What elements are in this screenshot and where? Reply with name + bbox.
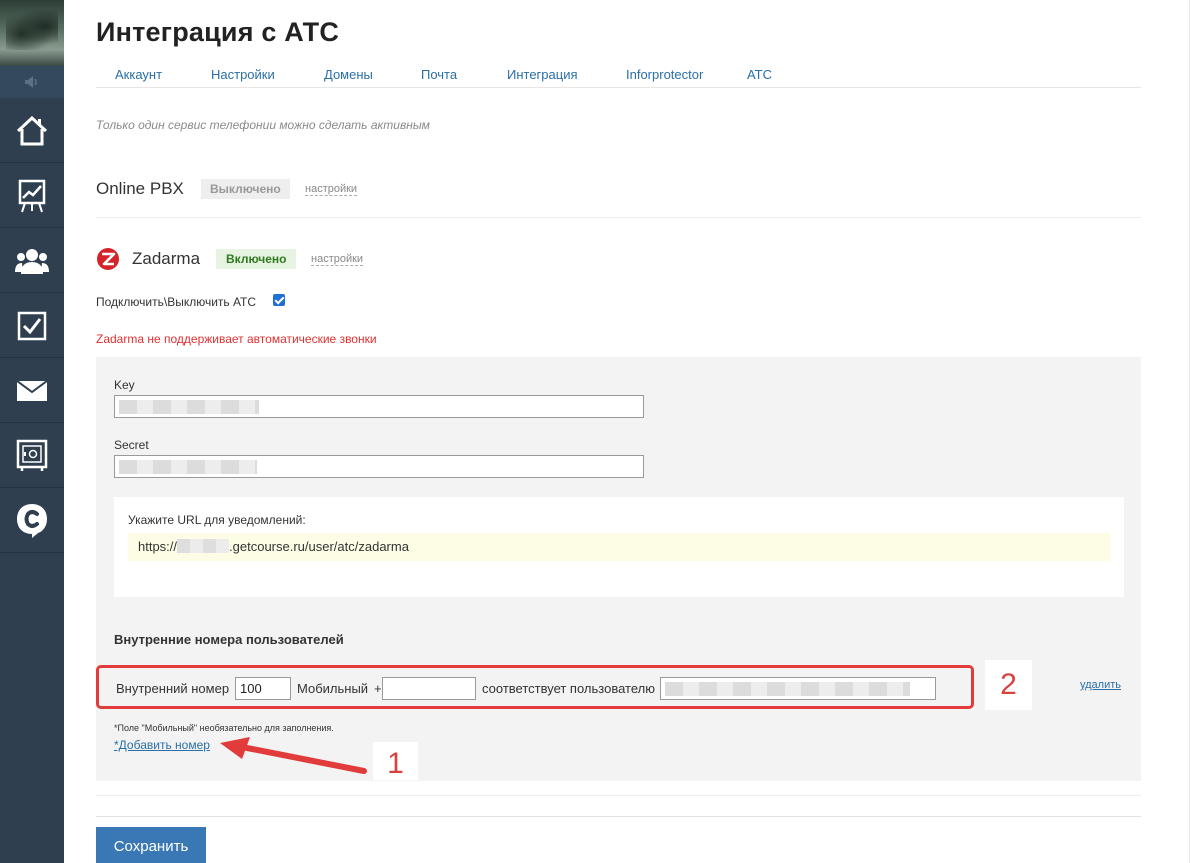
service-name-zadarma: Zadarma	[132, 249, 201, 268]
status-badge-zadarma: Включено	[216, 249, 297, 269]
secret-label: Secret	[114, 438, 149, 452]
key-input[interactable]	[114, 395, 644, 418]
safe-icon	[16, 439, 48, 471]
annotation-callout-1: 1	[373, 742, 418, 780]
zadarma-settings-link[interactable]: настройки	[311, 253, 364, 266]
key-value-redacted	[119, 400, 259, 414]
tab-account[interactable]: Аккаунт	[115, 67, 162, 82]
sidebar-item-users[interactable]	[0, 229, 64, 293]
sidebar-item-tasks[interactable]	[0, 294, 64, 358]
sidebar	[0, 0, 64, 863]
mail-icon	[16, 379, 48, 401]
secret-input[interactable]	[114, 455, 644, 478]
url-subdomain-redacted	[177, 539, 230, 553]
notification-url-label: Укажите URL для уведомлений:	[128, 513, 306, 527]
mobile-plus-sign: +	[374, 681, 382, 696]
extension-row-highlight: Внутренний номер 100 Мобильный + соответ…	[96, 665, 974, 709]
sidebar-avatar-photo[interactable]	[0, 0, 64, 66]
extension-input[interactable]: 100	[235, 677, 291, 700]
user-extensions-heading: Внутренние номера пользователей	[114, 632, 344, 647]
mobile-input[interactable]	[382, 677, 476, 700]
user-name-redacted	[665, 682, 910, 696]
delete-extension-link[interactable]: удалить	[1080, 679, 1121, 691]
chat-logo-icon	[17, 503, 47, 538]
tab-mail[interactable]: Почта	[421, 67, 457, 82]
page-right-border	[1189, 0, 1190, 863]
notification-url-field[interactable]: https:// .getcourse.ru/user/atc/zadarma	[128, 533, 1110, 561]
auto-call-warning: Zadarma не поддерживает автоматические з…	[96, 332, 377, 346]
tasks-icon	[17, 311, 47, 340]
service-name-online-pbx: Online PBX	[96, 179, 184, 198]
tab-inforprotector[interactable]: Inforprotector	[626, 67, 703, 82]
status-badge-online-pbx: Выключено	[201, 179, 290, 199]
service-divider	[96, 217, 1141, 218]
app-root: Интеграция с АТС Аккаунт Настройки Домен…	[0, 0, 1200, 863]
user-match-label: соответствует пользователю	[482, 681, 655, 696]
url-suffix: .getcourse.ru/user/atc/zadarma	[229, 539, 409, 554]
settings-tabs: Аккаунт Настройки Домены Почта Интеграци…	[96, 60, 1141, 88]
key-label: Key	[114, 378, 135, 392]
sidebar-item-home[interactable]	[0, 99, 64, 163]
sidebar-item-analytics[interactable]	[0, 164, 64, 228]
notification-url-box: Укажите URL для уведомлений: https:// .ge…	[114, 497, 1124, 597]
extension-label: Внутренний номер	[116, 681, 230, 696]
form-divider-bottom	[96, 816, 1141, 817]
sidebar-item-notifications[interactable]	[0, 66, 64, 98]
zadarma-logo-icon	[97, 248, 119, 270]
zadarma-settings-panel: Key Secret Укажите URL для уведомлений: …	[96, 357, 1141, 781]
form-divider-top	[96, 795, 1141, 796]
url-prefix: https://	[138, 539, 178, 554]
secret-value-redacted	[119, 460, 257, 474]
tab-integration[interactable]: Интеграция	[507, 67, 578, 82]
user-select-input[interactable]	[660, 677, 936, 700]
tab-settings[interactable]: Настройки	[211, 67, 275, 82]
atc-toggle-checkbox[interactable]	[273, 294, 285, 306]
annotation-callout-2: 2	[985, 660, 1032, 710]
tab-domains[interactable]: Домены	[324, 67, 373, 82]
online-pbx-settings-link[interactable]: настройки	[305, 183, 358, 196]
atc-toggle-label: Подключить\Выключить АТС	[96, 295, 257, 309]
page-title: Интеграция с АТС	[96, 17, 340, 47]
tab-atc[interactable]: АТС	[747, 67, 772, 82]
chart-icon	[18, 179, 46, 212]
add-extension-link[interactable]: *Добавить номер	[114, 738, 210, 752]
mobile-label: Мобильный	[297, 681, 369, 696]
home-icon	[16, 115, 48, 145]
annotation-arrow-icon	[220, 737, 367, 774]
sidebar-item-brand[interactable]	[0, 489, 64, 553]
single-service-notice: Только один сервис телефонии можно сдела…	[96, 118, 430, 132]
mobile-optional-hint: *Поле "Мобильный" необязательно для запо…	[114, 723, 334, 733]
speaker-icon	[25, 76, 37, 88]
sidebar-item-mail[interactable]	[0, 359, 64, 423]
sidebar-item-safe[interactable]	[0, 424, 64, 488]
save-button[interactable]: Сохранить	[96, 827, 206, 863]
users-icon	[15, 248, 49, 274]
